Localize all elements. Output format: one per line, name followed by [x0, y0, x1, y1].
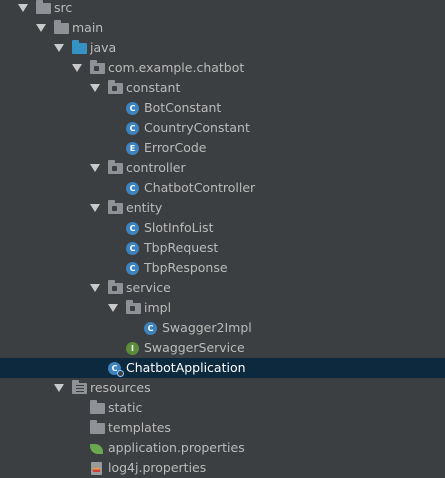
tree-label-swaggerservice: SwaggerService: [144, 340, 245, 355]
class-icon: C: [126, 182, 139, 195]
tree-row-impl[interactable]: impl: [0, 298, 445, 318]
expanded-arrow-icon[interactable]: [90, 164, 100, 172]
class-icon: C: [126, 262, 139, 275]
package-icon: [108, 80, 123, 94]
class-icon: C: [126, 242, 139, 255]
tree-label-application-properties: application.properties: [108, 440, 245, 455]
expanded-arrow-icon[interactable]: [54, 44, 64, 52]
tree-row-tbpresponse[interactable]: C TbpResponse: [0, 258, 445, 278]
spring-boot-application-icon: C: [108, 362, 124, 377]
expanded-arrow-icon[interactable]: [36, 24, 46, 32]
tree-label-chatbotcontroller: ChatbotController: [144, 180, 256, 195]
tree-row-controller[interactable]: controller: [0, 158, 445, 178]
tree-row-countryconstant[interactable]: C CountryConstant: [0, 118, 445, 138]
tree-label-entity: entity: [126, 200, 163, 215]
tree-row-chatbotapplication[interactable]: C ChatbotApplication: [0, 358, 445, 378]
tree-row-tbprequest[interactable]: C TbpRequest: [0, 238, 445, 258]
tree-label-botconstant: BotConstant: [144, 100, 222, 115]
tree-label-templates: templates: [108, 420, 171, 435]
class-icon: C: [126, 102, 139, 115]
tree-row-botconstant[interactable]: C BotConstant: [0, 98, 445, 118]
tree-row-static[interactable]: static: [0, 398, 445, 418]
enum-icon: E: [126, 142, 139, 155]
expanded-arrow-icon[interactable]: [54, 384, 64, 392]
package-icon: [90, 60, 105, 74]
tree-row-chatbotcontroller[interactable]: C ChatbotController: [0, 178, 445, 198]
tree-row-slotinfolist[interactable]: C SlotInfoList: [0, 218, 445, 238]
tree-label-log4j-properties: log4j.properties: [108, 460, 207, 475]
tree-label-chatbotapplication: ChatbotApplication: [126, 360, 246, 375]
tree-label-slotinfolist: SlotInfoList: [144, 220, 214, 235]
tree-label-countryconstant: CountryConstant: [144, 120, 250, 135]
tree-row-log4j-properties[interactable]: log4j.properties: [0, 458, 445, 478]
tree-label-tbprequest: TbpRequest: [144, 240, 219, 255]
package-icon: [108, 160, 123, 174]
tree-row-swagger2impl[interactable]: C Swagger2Impl: [0, 318, 445, 338]
tree-label-swagger2impl: Swagger2Impl: [162, 320, 252, 335]
class-icon: C: [126, 222, 139, 235]
expanded-arrow-icon[interactable]: [90, 284, 100, 292]
expanded-arrow-icon[interactable]: [72, 64, 82, 72]
tree-label-main: main: [72, 20, 104, 35]
tree-label-tbpresponse: TbpResponse: [144, 260, 228, 275]
tree-label-constant: constant: [126, 80, 181, 95]
tree-label-static: static: [108, 400, 143, 415]
tree-label-errorcode: ErrorCode: [144, 140, 207, 155]
folder-icon: [90, 420, 105, 434]
expanded-arrow-icon[interactable]: [18, 4, 28, 12]
source-folder-icon: [72, 40, 87, 54]
package-icon: [108, 280, 123, 294]
tree-row-application-properties[interactable]: application.properties: [0, 438, 445, 458]
tree-label-src: src: [54, 0, 73, 15]
tree-row-swaggerservice[interactable]: I SwaggerService: [0, 338, 445, 358]
folder-icon: [36, 0, 51, 14]
tree-label-impl: impl: [144, 300, 172, 315]
interface-icon: I: [126, 342, 139, 355]
expanded-arrow-icon[interactable]: [90, 84, 100, 92]
tree-row-resources[interactable]: resources: [0, 378, 445, 398]
tree-label-package: com.example.chatbot: [108, 60, 245, 75]
tree-label-java: java: [90, 40, 117, 55]
package-icon: [126, 300, 141, 314]
tree-row-entity[interactable]: entity: [0, 198, 445, 218]
tree-row-main[interactable]: main: [0, 18, 445, 38]
expanded-arrow-icon[interactable]: [90, 204, 100, 212]
tree-row-src[interactable]: src: [0, 0, 445, 18]
class-icon: C: [144, 322, 157, 335]
class-icon: C: [126, 122, 139, 135]
tree-row-templates[interactable]: templates: [0, 418, 445, 438]
tree-label-resources: resources: [90, 380, 151, 395]
folder-icon: [90, 400, 105, 414]
project-tree: src main java com.example.chatbot consta…: [0, 0, 445, 478]
tree-row-service[interactable]: service: [0, 278, 445, 298]
tree-label-controller: controller: [126, 160, 186, 175]
resources-folder-icon: [72, 380, 87, 394]
tree-row-package[interactable]: com.example.chatbot: [0, 58, 445, 78]
spring-leaf-icon: [90, 444, 103, 454]
tree-row-java[interactable]: java: [0, 38, 445, 58]
folder-icon: [54, 20, 69, 34]
tree-row-errorcode[interactable]: E ErrorCode: [0, 138, 445, 158]
tree-row-constant[interactable]: constant: [0, 78, 445, 98]
tree-label-service: service: [126, 280, 171, 295]
expanded-arrow-icon[interactable]: [108, 304, 118, 312]
properties-file-icon: [91, 462, 102, 475]
package-icon: [108, 200, 123, 214]
